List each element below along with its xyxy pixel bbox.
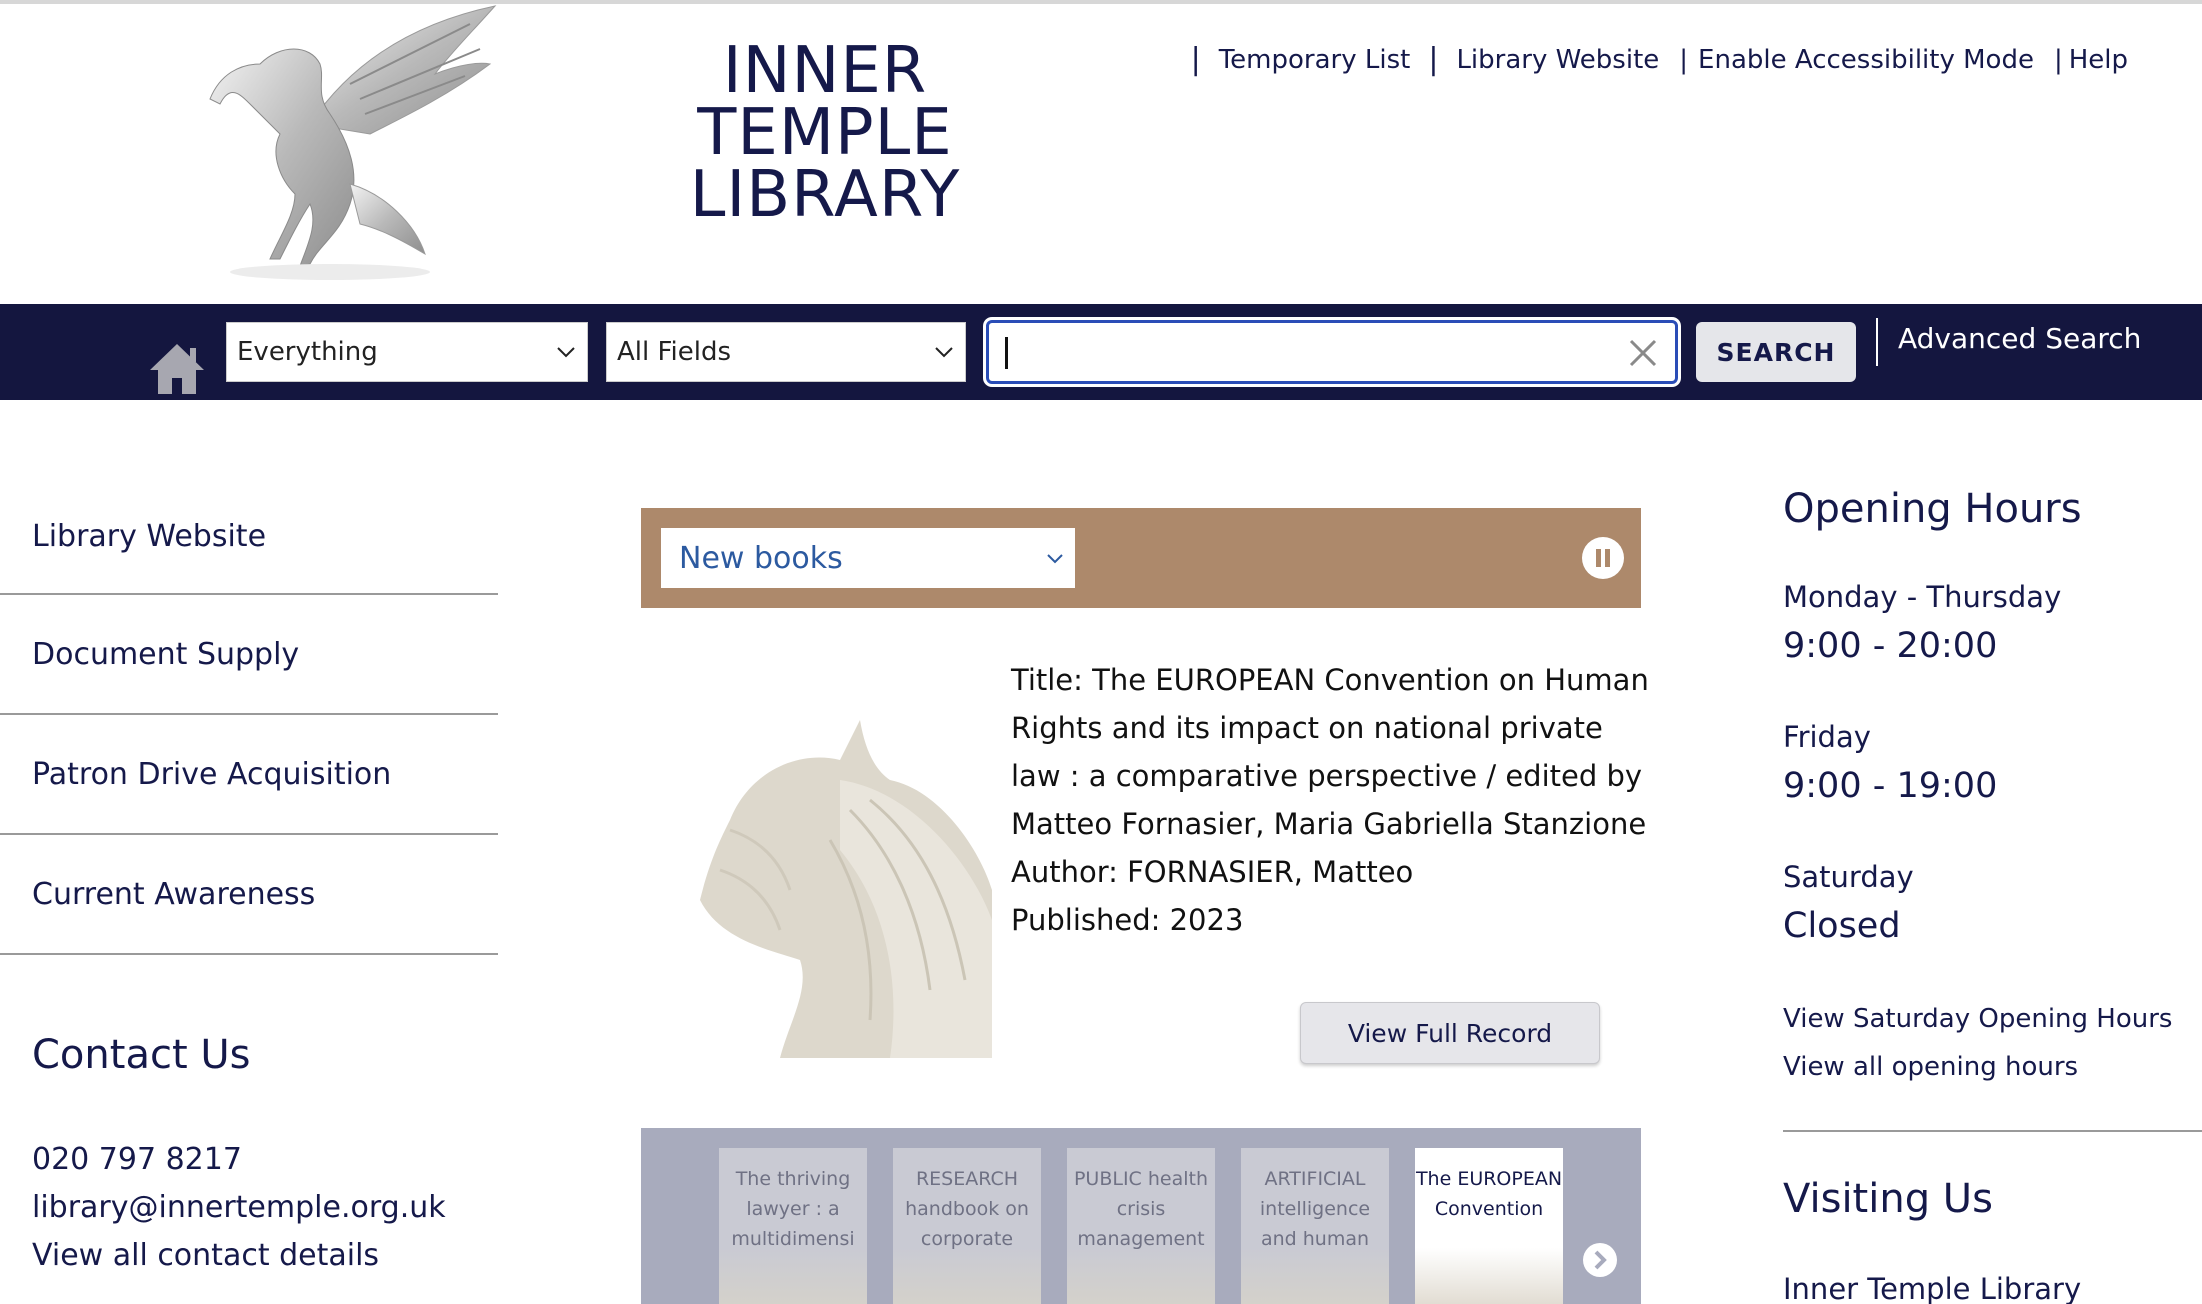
home-icon[interactable] [148,342,206,396]
chevron-down-icon [557,347,575,358]
view-full-record-button[interactable]: View Full Record [1300,1002,1600,1064]
carousel-thumbnail[interactable]: PUBLIC health crisis management [1067,1148,1215,1304]
carousel-list-select[interactable]: New books [661,528,1075,588]
utility-links: | Temporary List | Library Website | Ena… [1173,42,2128,77]
contact-details-link[interactable]: View all contact details [32,1232,446,1280]
all-hours-link[interactable]: View all opening hours [1783,1052,2078,1082]
contact-details: 020 797 8217 library@innertemple.org.uk … [32,1136,446,1280]
email-link[interactable]: library@innertemple.org.uk [32,1184,446,1232]
sidebar-item-library-website[interactable]: Library Website [0,480,498,595]
book-details: Title: The EUROPEAN Convention on Human … [1011,656,1651,944]
visiting-address-line: Inner Temple Library [1783,1272,2082,1304]
field-select-value: All Fields [617,337,732,367]
scope-select[interactable]: Everything [226,322,588,382]
schedule-time: Closed [1783,906,1901,946]
scope-select-value: Everything [237,337,378,367]
sidebar-item-current-awareness[interactable]: Current Awareness [0,835,498,955]
help-link[interactable]: Help [2069,45,2128,75]
book-cover-image[interactable] [690,690,992,1058]
search-bar: Everything All Fields SEARCH Advanced Se… [0,304,2202,400]
schedule-time: 9:00 - 19:00 [1783,766,1998,806]
thumbnail-fade [1415,1248,1563,1304]
divider [1783,1130,2202,1132]
logo-line: LIBRARY [689,158,961,232]
search-button[interactable]: SEARCH [1696,322,1856,382]
carousel-thumbnail[interactable]: The thriving lawyer : a multidimensi [719,1148,867,1304]
logo-line: INNER [722,34,928,108]
next-arrow-icon[interactable] [1582,1242,1618,1278]
field-select[interactable]: All Fields [606,322,966,382]
clear-icon[interactable] [1625,335,1661,371]
opening-hours-heading: Opening Hours [1783,486,2082,532]
library-logo[interactable]: INNER TEMPLE LIBRARY [200,4,959,284]
sidebar-item-patron-drive-acquisition[interactable]: Patron Drive Acquisition [0,715,498,835]
thumbnail-title: PUBLIC health crisis management [1073,1168,1209,1250]
sidebar-nav: Library Website Document Supply Patron D… [0,480,498,955]
sidebar-item-document-supply[interactable]: Document Supply [0,595,498,715]
thumbnail-fade [893,1248,1041,1304]
book-published: Published: 2023 [1011,903,1244,937]
logo-line: TEMPLE [697,96,953,170]
library-website-link[interactable]: Library Website [1456,45,1659,75]
pegasus-logo-icon [209,5,497,280]
carousel-list-select-value: New books [679,540,843,576]
schedule-day: Friday [1783,720,1871,754]
carousel-thumbnail[interactable]: RESEARCH handbook on corporate [893,1148,1041,1304]
phone-number: 020 797 8217 [32,1142,242,1177]
book-title: Title: The EUROPEAN Convention on Human … [1011,663,1649,841]
temporary-list-link[interactable]: Temporary List [1219,45,1411,75]
schedule-time: 9:00 - 20:00 [1783,626,1998,666]
divider: | [2053,44,2063,75]
thumbnail-title: ARTIFICIAL intelligence and human [1259,1168,1371,1250]
advanced-search-link[interactable]: Advanced Search [1898,322,2141,355]
thumbnail-fade [1067,1248,1215,1304]
accessibility-mode-link[interactable]: Enable Accessibility Mode [1698,45,2034,75]
divider [1876,318,1878,366]
chevron-down-icon [935,347,953,358]
thumbnail-title: The EUROPEAN Convention [1415,1168,1563,1220]
divider: | [1679,44,1689,75]
thumbnail-fade [719,1248,867,1304]
divider: | [1428,42,1439,77]
thumbnail-fade [1241,1248,1389,1304]
site-header: INNER TEMPLE LIBRARY | Temporary List | … [0,4,2202,304]
carousel-thumbnail[interactable]: ARTIFICIAL intelligence and human [1241,1148,1389,1304]
book-author: Author: FORNASIER, Matteo [1011,855,1414,889]
thumbnail-title: The thriving lawyer : a multidimensi [731,1168,855,1250]
carousel-thumbnails: The thriving lawyer : a multidimensi RES… [641,1128,1641,1304]
logo-text: INNER TEMPLE LIBRARY [680,34,970,232]
pause-icon[interactable] [1581,536,1625,580]
visiting-us-heading: Visiting Us [1783,1176,1993,1222]
chevron-down-icon [1047,554,1063,564]
divider: | [1190,42,1201,77]
contact-heading: Contact Us [32,1032,251,1078]
search-input[interactable] [986,320,1678,384]
schedule-day: Monday - Thursday [1783,580,2062,614]
thumbnail-title: RESEARCH handbook on corporate [905,1168,1029,1250]
carousel-thumbnail-active[interactable]: The EUROPEAN Convention [1415,1148,1563,1304]
carousel-header: New books [641,508,1641,608]
text-cursor [1005,337,1008,369]
schedule-day: Saturday [1783,860,1914,894]
saturday-hours-link[interactable]: View Saturday Opening Hours [1783,1004,2172,1034]
